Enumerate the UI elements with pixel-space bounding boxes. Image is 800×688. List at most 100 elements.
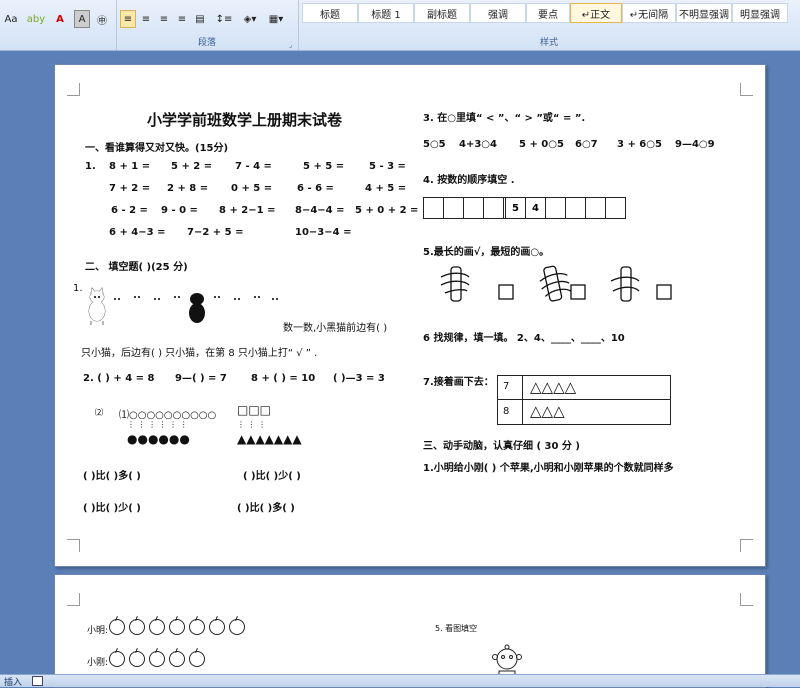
seq-box[interactable] <box>565 197 586 219</box>
apple-icon <box>149 647 165 667</box>
seq-box[interactable]: 4 <box>525 197 546 219</box>
page-title: 小学学前班数学上册期末试卷 <box>147 111 343 129</box>
apple-icon <box>189 647 205 667</box>
macro-record-icon[interactable] <box>32 676 43 686</box>
seq-box[interactable] <box>463 197 484 219</box>
align-right-button[interactable]: ≡ <box>156 10 172 28</box>
styles-group: 标题 标题 1 副标题 强调 要点 ↵正文 ↵无间隔 不明显强调 明显强调 样式 <box>298 0 800 50</box>
crop-mark <box>740 83 753 96</box>
xiaoming-apples <box>109 615 249 639</box>
enclose-char-button[interactable]: ㊥ <box>94 10 110 28</box>
q1-number: 1. <box>85 161 96 172</box>
borders-button[interactable]: ▦▾ <box>264 10 288 28</box>
q3-item: 4+3○4 <box>459 139 497 150</box>
q5-text: 5.最长的画√，最短的画○。 <box>423 247 550 258</box>
apple-icon <box>129 615 145 635</box>
compare-item: ( )比( )多( ) <box>83 471 141 482</box>
calc-item: 6 - 6 = <box>297 183 334 194</box>
q7-row-shapes: △△△△ <box>530 378 577 396</box>
document-page-2[interactable]: 小明: 小刚: 5. 看图填空 <box>54 574 766 688</box>
style-title[interactable]: 标题 <box>302 3 358 23</box>
q3-item: 3 + 6○5 <box>617 139 662 150</box>
apple-icon <box>109 615 125 635</box>
q7-table: 7 △△△△ 8 △△△ <box>497 375 671 425</box>
calc-item: 8 + 2−1 = <box>219 205 276 216</box>
highlight-button[interactable]: aby <box>24 10 48 28</box>
q7-row-num: 8 <box>503 406 510 417</box>
font-group: Aa aby A A ㊥ <box>0 0 117 50</box>
calc-item: 5 + 2 = <box>171 161 213 172</box>
q7-row-shapes: △△△ <box>530 402 565 420</box>
style-no-spacing[interactable]: ↵无间隔 <box>622 3 676 23</box>
seq-box[interactable] <box>483 197 504 219</box>
seq-box[interactable] <box>443 197 464 219</box>
justify-button[interactable]: ≡ <box>174 10 190 28</box>
seq-box[interactable] <box>545 197 566 219</box>
q7-text: 7.接着画下去： <box>423 377 494 388</box>
calc-item: 7−2 + 5 = <box>187 227 244 238</box>
insert-mode-indicator[interactable]: 插入 <box>4 675 22 688</box>
style-subtle-emphasis[interactable]: 不明显强调 <box>676 3 732 23</box>
crop-mark <box>67 593 80 606</box>
style-strong[interactable]: 要点 <box>526 3 570 23</box>
apple-icon <box>169 615 185 635</box>
style-intense-emphasis[interactable]: 明显强调 <box>732 3 788 23</box>
crop-mark <box>740 593 753 606</box>
squares-row: □□□ <box>237 403 272 417</box>
calc-item: 9 - 0 = <box>161 205 198 216</box>
paragraph-label: 段落 <box>197 38 216 48</box>
tri-dots: ⋮ ⋮ ⋮ <box>237 420 267 429</box>
change-case-button[interactable]: Aa <box>0 10 22 28</box>
compare-item: ( )比( )少( ) <box>243 471 301 482</box>
q5-see-picture: 5. 看图填空 <box>435 624 478 633</box>
q2-2-item: 2. ( ) + 4 = 8 <box>83 373 155 384</box>
seq-box[interactable] <box>423 197 444 219</box>
document-page-1[interactable]: 小学学前班数学上册期末试卷 一、看谁算得又对又快。(15分) 1. 8 + 1 … <box>54 64 766 567</box>
calc-item: 5 + 5 = <box>303 161 345 172</box>
apple-icon <box>189 615 205 635</box>
rope-cylinders-illustration <box>440 265 672 302</box>
style-emphasis[interactable]: 强调 <box>470 3 526 23</box>
q3-item: 6○7 <box>575 139 598 150</box>
seq-box[interactable] <box>605 197 626 219</box>
seq-box[interactable] <box>585 197 606 219</box>
shading-button[interactable]: ◈▾ <box>238 10 262 28</box>
paragraph-dialog-icon[interactable]: ⌟ <box>289 41 295 49</box>
q3-item: 5○5 <box>423 139 446 150</box>
q6-text: 6 找规律，填一填。 2、4、____、____、10 <box>423 333 625 344</box>
xiaogang-apples <box>109 647 209 671</box>
q2-2-item: 9—( ) = 7 <box>175 373 227 384</box>
q3-item: 9—4○9 <box>675 139 715 150</box>
styles-label: 样式 <box>539 38 558 48</box>
char-shading-button[interactable]: A <box>74 10 90 28</box>
style-subtitle[interactable]: 副标题 <box>414 3 470 23</box>
bullets-row: ●●●●●● <box>127 432 190 446</box>
align-left-button[interactable]: ≡ <box>120 10 136 28</box>
q2-1-tail: 数一数,小黑猫前边有( ) <box>283 323 388 334</box>
line-spacing-button[interactable]: ↕≡ <box>212 10 236 28</box>
align-center-button[interactable]: ≡ <box>138 10 154 28</box>
calc-item: 5 + 0 + 2 = <box>355 205 419 216</box>
ribbon: Aa aby A A ㊥ ≡ ≡ ≡ ≡ ▤ ↕≡ ◈▾ ▦▾ 段落 ⌟ 标题 … <box>0 0 800 51</box>
q4-text: 4. 按数的顺序填空 . <box>423 175 515 186</box>
font-color-button[interactable]: A <box>50 10 70 28</box>
apple-icon <box>149 615 165 635</box>
q2-1-line2: 只小猫，后边有( ) 只小猫，在第 8 只小猫上打“ √ ” . <box>81 348 318 359</box>
s3-q1-text: 1.小明给小刚( ) 个苹果,小明和小刚苹果的个数就同样多 <box>423 463 674 474</box>
q3-item: 5 + 0○5 <box>519 139 564 150</box>
xiaoming-label: 小明: <box>87 626 109 636</box>
compare-item: ( )比( )多( ) <box>237 503 295 514</box>
seq-box[interactable]: 5 <box>505 197 526 219</box>
q7-row: 7 △△△△ <box>498 376 670 400</box>
apple-icon <box>109 647 125 667</box>
style-normal[interactable]: ↵正文 <box>570 3 622 23</box>
xiaogang-label: 小刚: <box>87 658 109 668</box>
style-heading1[interactable]: 标题 1 <box>358 3 414 23</box>
q2-1-number: 1. <box>73 283 83 294</box>
apple-icon <box>229 615 245 635</box>
q2-2-item: ( )—3 = 3 <box>333 373 385 384</box>
distribute-button[interactable]: ▤ <box>192 10 208 28</box>
calc-item: 8 + 1 = <box>109 161 151 172</box>
calc-item: 7 + 2 = <box>109 183 151 194</box>
cats-illustration <box>88 287 283 327</box>
